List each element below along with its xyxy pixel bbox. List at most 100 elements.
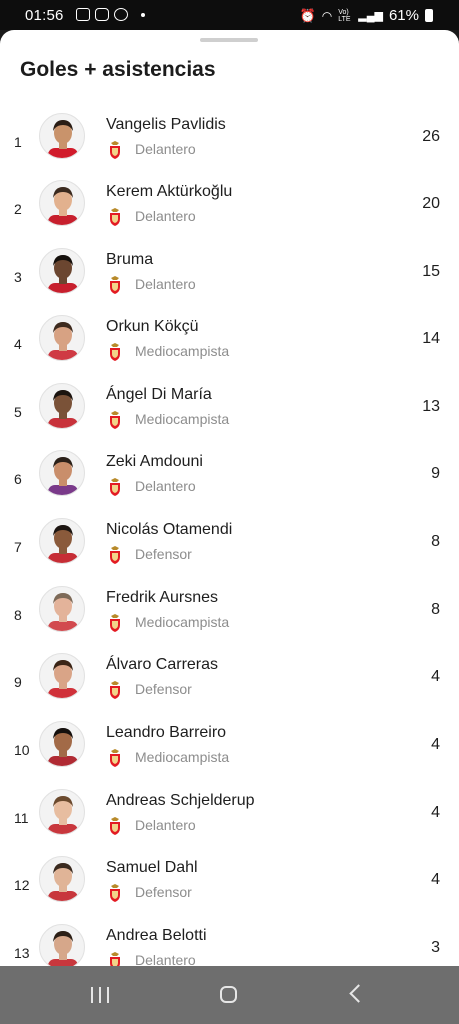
player-position: Delantero bbox=[135, 141, 196, 157]
player-name: Nicolás Otamendi bbox=[106, 521, 233, 538]
player-row[interactable]: 13 Andrea Belotti Delantero 3 bbox=[0, 924, 459, 966]
player-stat-value: 4 bbox=[431, 668, 440, 685]
player-avatar[interactable] bbox=[39, 315, 85, 361]
player-rank: 4 bbox=[14, 336, 22, 352]
player-position: Defensor bbox=[135, 546, 192, 562]
club-crest-icon bbox=[108, 411, 122, 429]
player-rank: 9 bbox=[14, 674, 22, 690]
player-avatar[interactable] bbox=[39, 180, 85, 226]
player-name: Álvaro Carreras bbox=[106, 656, 219, 673]
player-name: Orkun Kökçü bbox=[106, 318, 199, 335]
player-name: Andrea Belotti bbox=[106, 927, 207, 944]
player-row[interactable]: 11 Andreas Schjelderup Delantero 4 bbox=[0, 789, 459, 857]
player-row[interactable]: 1 Vangelis Pavlidis Delantero 26 bbox=[0, 113, 459, 181]
player-rank: 10 bbox=[14, 742, 30, 758]
instagram-icon bbox=[95, 8, 109, 21]
player-name: Kerem Aktürkoğlu bbox=[106, 183, 233, 200]
battery-icon bbox=[425, 9, 433, 22]
player-name: Fredrik Aursnes bbox=[106, 589, 219, 606]
club-crest-icon bbox=[108, 681, 122, 699]
player-stat-value: 14 bbox=[422, 330, 440, 347]
more-notifications-icon bbox=[141, 12, 145, 17]
status-bar: 01:56 ⏰ ◠ Vo) LTE ▂▄▆ 61% bbox=[0, 0, 459, 30]
player-name: Vangelis Pavlidis bbox=[106, 116, 226, 133]
player-row[interactable]: 12 Samuel Dahl Defensor 4 bbox=[0, 856, 459, 924]
player-stat-value: 13 bbox=[422, 398, 440, 415]
club-crest-icon bbox=[108, 884, 122, 902]
player-position: Mediocampista bbox=[135, 749, 230, 765]
player-row[interactable]: 8 Fredrik Aursnes Mediocampista 8 bbox=[0, 586, 459, 654]
back-icon[interactable] bbox=[349, 984, 368, 1003]
player-position: Delantero bbox=[135, 817, 196, 833]
club-crest-icon bbox=[108, 952, 122, 966]
player-avatar[interactable] bbox=[39, 450, 85, 496]
player-avatar[interactable] bbox=[39, 518, 85, 564]
club-crest-icon bbox=[108, 141, 122, 159]
player-stat-value: 8 bbox=[431, 533, 440, 550]
player-row[interactable]: 9 Álvaro Carreras Defensor 4 bbox=[0, 653, 459, 721]
player-stat-value: 9 bbox=[431, 465, 440, 482]
player-avatar[interactable] bbox=[39, 653, 85, 699]
player-avatar[interactable] bbox=[39, 789, 85, 835]
player-stat-value: 4 bbox=[431, 871, 440, 888]
player-avatar[interactable] bbox=[39, 113, 85, 159]
player-position: Delantero bbox=[135, 952, 196, 966]
lte-label: Vo) LTE bbox=[338, 8, 351, 23]
notification-icons bbox=[76, 8, 145, 21]
signal-icon: ▂▄▆ bbox=[358, 10, 383, 22]
player-stat-value: 15 bbox=[422, 263, 440, 280]
club-crest-icon bbox=[108, 343, 122, 361]
player-name: Leandro Barreiro bbox=[106, 724, 227, 741]
player-row[interactable]: 5 Ángel Di María Mediocampista 13 bbox=[0, 383, 459, 451]
gallery-icon bbox=[76, 8, 90, 21]
player-avatar[interactable] bbox=[39, 924, 85, 966]
wifi-icon: ◠ bbox=[321, 8, 333, 23]
player-row[interactable]: 7 Nicolás Otamendi Defensor 8 bbox=[0, 518, 459, 586]
player-row[interactable]: 4 Orkun Kökçü Mediocampista 14 bbox=[0, 315, 459, 383]
player-position: Mediocampista bbox=[135, 411, 230, 427]
club-crest-icon bbox=[108, 276, 122, 294]
player-name: Ángel Di María bbox=[106, 386, 212, 403]
player-stat-value: 4 bbox=[431, 804, 440, 821]
status-time: 01:56 bbox=[25, 7, 64, 24]
player-rank: 7 bbox=[14, 539, 22, 555]
player-rank: 11 bbox=[14, 810, 29, 826]
player-position: Delantero bbox=[135, 276, 196, 292]
player-position: Mediocampista bbox=[135, 614, 230, 630]
player-rank: 12 bbox=[14, 877, 30, 893]
player-row[interactable]: 3 Bruma Delantero 15 bbox=[0, 248, 459, 316]
player-position: Delantero bbox=[135, 478, 196, 494]
facebook-icon bbox=[114, 8, 128, 21]
status-right: ⏰ ◠ Vo) LTE ▂▄▆ 61% bbox=[300, 7, 433, 24]
player-rank: 2 bbox=[14, 201, 22, 217]
player-position: Delantero bbox=[135, 208, 196, 224]
player-stat-value: 8 bbox=[431, 601, 440, 618]
drag-handle[interactable] bbox=[200, 38, 258, 42]
battery-text: 61% bbox=[388, 7, 419, 24]
player-name: Samuel Dahl bbox=[106, 859, 198, 876]
club-crest-icon bbox=[108, 546, 122, 564]
player-avatar[interactable] bbox=[39, 383, 85, 429]
club-crest-icon bbox=[108, 208, 122, 226]
player-row[interactable]: 10 Leandro Barreiro Mediocampista 4 bbox=[0, 721, 459, 789]
player-rank: 6 bbox=[14, 471, 22, 487]
navigation-bar bbox=[0, 966, 459, 1024]
bottom-sheet: Goles + asistencias 1 Vangelis Pavlidis De… bbox=[0, 30, 459, 966]
player-rank: 1 bbox=[14, 134, 22, 150]
alarm-icon: ⏰ bbox=[299, 7, 316, 23]
club-crest-icon bbox=[108, 478, 122, 496]
player-rank: 5 bbox=[14, 404, 22, 420]
player-avatar[interactable] bbox=[39, 248, 85, 294]
player-avatar[interactable] bbox=[39, 856, 85, 902]
player-position: Defensor bbox=[135, 681, 192, 697]
recents-icon[interactable] bbox=[91, 987, 109, 1003]
player-avatar[interactable] bbox=[39, 586, 85, 632]
player-rank: 13 bbox=[14, 945, 30, 961]
home-icon[interactable] bbox=[220, 986, 237, 1003]
player-row[interactable]: 6 Zeki Amdouni Delantero 9 bbox=[0, 450, 459, 518]
player-avatar[interactable] bbox=[39, 721, 85, 767]
club-crest-icon bbox=[108, 817, 122, 835]
player-name: Andreas Schjelderup bbox=[106, 792, 255, 809]
player-row[interactable]: 2 Kerem Aktürkoğlu Delantero 20 bbox=[0, 180, 459, 248]
player-position: Mediocampista bbox=[135, 343, 230, 359]
